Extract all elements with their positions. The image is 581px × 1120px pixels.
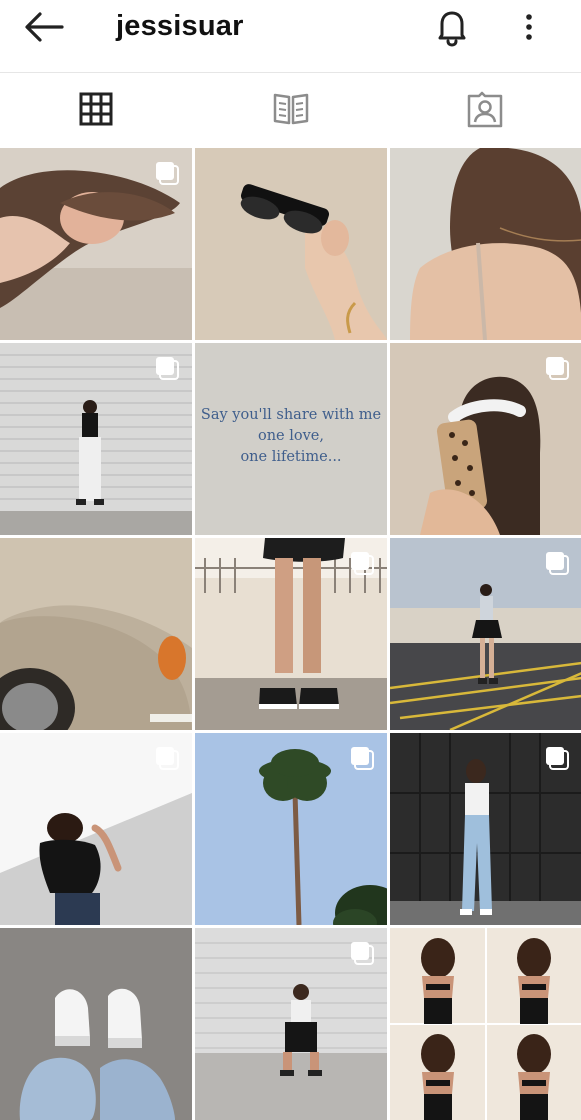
multiple-photos-icon [351,942,374,965]
profile-tabs [0,73,581,145]
post-tile[interactable] [390,733,581,925]
tab-guides[interactable] [194,73,387,145]
profile-username: jessisuar [116,10,244,42]
tagged-person-icon [467,91,503,128]
post-tile[interactable] [0,928,192,1120]
post-tile-quote[interactable]: Say you'll share with me one love, one l… [195,343,387,535]
tab-grid[interactable] [0,73,193,145]
multiple-photos-icon [546,747,569,770]
multiple-photos-icon [351,552,374,575]
bell-icon [438,11,466,47]
post-photo [0,538,192,730]
post-photo [0,928,192,1120]
multiple-photos-icon [156,357,179,380]
quote-line-2: one love, [257,428,324,444]
multiple-photos-icon [546,357,569,380]
post-tile[interactable] [195,538,387,730]
post-photo [390,928,581,1120]
post-tile[interactable] [390,928,581,1120]
multiple-photos-icon [156,162,179,185]
post-photo [195,148,387,340]
top-bar: jessisuar [0,0,581,73]
post-tile[interactable] [390,343,581,535]
post-photo [390,148,581,340]
post-tile[interactable] [0,343,192,535]
post-tile[interactable] [195,148,387,340]
post-tile[interactable] [0,733,192,925]
quote-text: Say you'll share with me one love, one l… [195,405,387,468]
book-icon [273,93,309,125]
multiple-photos-icon [351,747,374,770]
back-button[interactable] [22,10,68,44]
post-tile[interactable] [0,538,192,730]
grid-icon [79,92,113,126]
more-options-button[interactable] [518,8,540,46]
notifications-button[interactable] [432,6,472,48]
post-tile[interactable] [0,148,192,340]
multiple-photos-icon [546,552,569,575]
post-tile[interactable] [195,928,387,1120]
back-arrow-icon [25,12,64,42]
post-tile[interactable] [390,538,581,730]
more-vertical-icon [526,14,532,40]
quote-line-3: one lifetime... [240,449,342,465]
post-tile[interactable] [390,148,581,340]
multiple-photos-icon [156,747,179,770]
tab-tagged[interactable] [388,73,581,145]
quote-line-1: Say you'll share with me [200,407,382,423]
post-tile[interactable] [195,733,387,925]
